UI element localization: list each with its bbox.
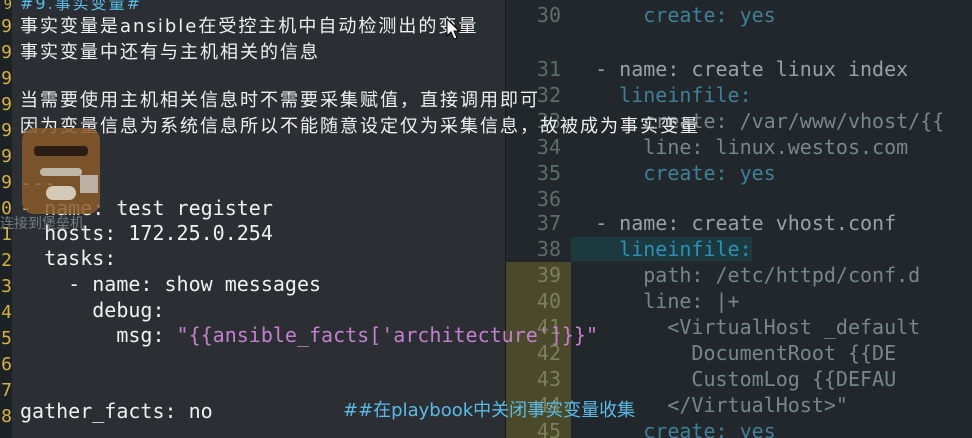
line-number: 4: [1, 302, 12, 323]
text-line-4: 因为变量信息为系统信息所以不能随意设定仅为采集信息，故被成为事实变量: [20, 116, 700, 137]
bg-line-36: 36: [536, 187, 561, 211]
yaml-debug: debug:: [20, 298, 165, 322]
line-number: 9: [1, 172, 12, 193]
bg-line-30: 30 create: yes: [536, 3, 776, 27]
bg-line-38: 38 lineinfile:: [536, 237, 752, 261]
line-number: 9: [1, 16, 12, 37]
line-number: 9: [1, 94, 12, 115]
background-editor-window: 30 create: yes 31 - name: create linux i…: [505, 0, 972, 438]
line-number: 2: [1, 250, 12, 271]
yaml-task-name: - name: show messages: [20, 272, 322, 296]
yaml-msg-value: "{{ansible_facts['architecture']}}": [176, 323, 598, 347]
bg-line-32: 32 lineinfile:: [536, 83, 752, 107]
line-number: 6: [1, 354, 12, 375]
gather-facts-comment: ##在playbook中关闭事实变量收集: [343, 400, 636, 421]
line-number: 9: [1, 146, 12, 167]
bg-line-39: 39 path: /etc/httpd/conf.d: [505, 262, 920, 288]
window-divider: [505, 0, 506, 438]
bg-line-31: 31 - name: create linux index: [536, 57, 909, 81]
yaml-gather-facts: gather_facts: no: [20, 399, 213, 423]
screen: 30 create: yes 31 - name: create linux i…: [0, 0, 972, 438]
yaml-msg-key: msg:: [20, 323, 177, 347]
text-line-1: 事实变量是ansible在受控主机中自动检测出的变量: [20, 16, 479, 37]
text-line-2: 事实变量中还有与主机相关的信息: [20, 42, 320, 63]
bg-line-37: 37 - name: create vhost.conf: [536, 211, 897, 235]
line-number: 3: [1, 276, 12, 297]
tiger-avatar-icon[interactable]: [22, 128, 100, 214]
line-number: 9: [1, 120, 12, 141]
bg-line-43: 43 CustomLog {{DEFAU: [505, 366, 896, 392]
line-number: 8: [1, 406, 12, 427]
bg-line-40: 40 line: |+: [505, 288, 740, 314]
line-number: 5: [1, 328, 12, 349]
text-line-3: 当需要使用主机相关信息时不需要采集赋值，直接调用即可: [20, 90, 540, 111]
yaml-msg-line: msg: "{{ansible_facts['architecture']}}": [20, 322, 598, 348]
mouse-cursor-icon: [446, 18, 460, 40]
shortcut-arrow-icon: [80, 175, 98, 193]
line-number: 9: [1, 42, 12, 63]
bg-line-35: 35 create: yes: [536, 161, 776, 185]
yaml-tasks: tasks:: [20, 246, 117, 270]
desktop-shortcut-label[interactable]: 连接到堡垒机: [0, 213, 84, 233]
line-number: 7: [1, 380, 12, 401]
line-number: 9: [1, 68, 12, 89]
